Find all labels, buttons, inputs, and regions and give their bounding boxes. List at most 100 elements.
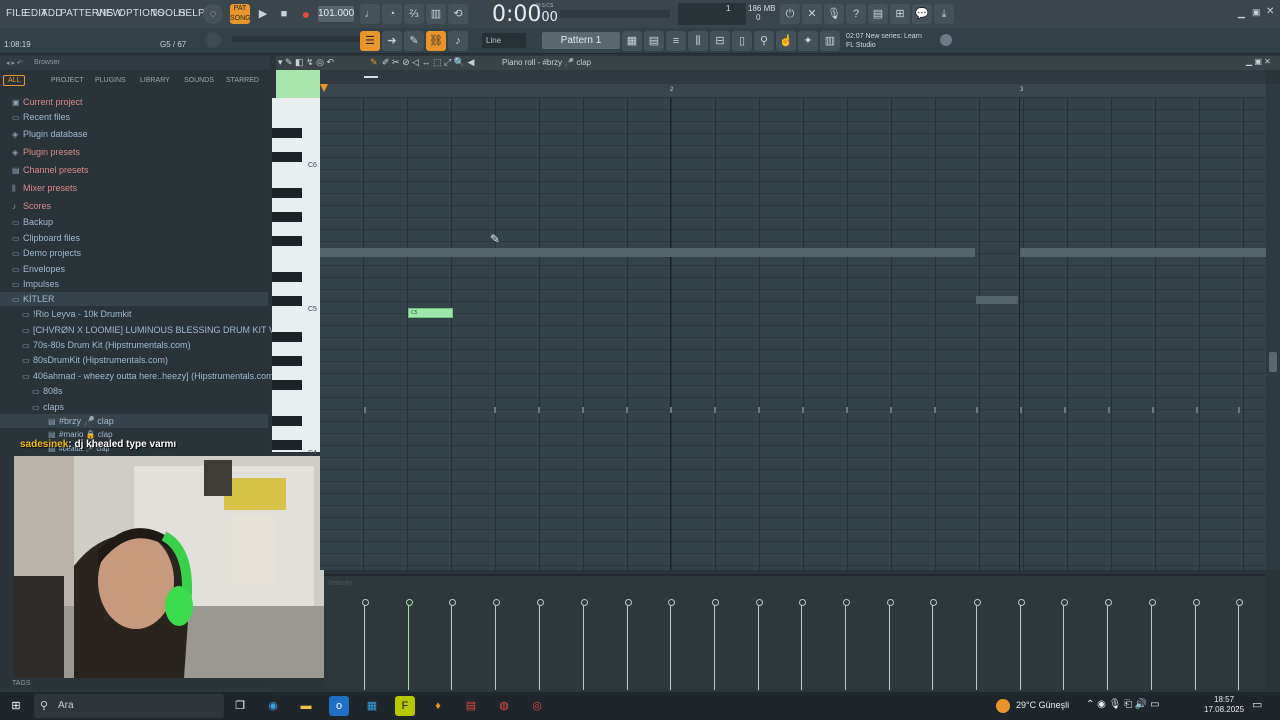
news-hint[interactable]: 02:07 New series: Learn FL Studio	[846, 32, 922, 50]
tool-icons[interactable]: ✐ ✂ ⊘ ◁ ↔ ⬚ ⤢ 🔍 ◀	[382, 57, 474, 68]
close-icon[interactable]: ✕	[1266, 6, 1274, 17]
arrow-icon[interactable]: ➜	[382, 31, 402, 51]
brush-icon[interactable]: ✎	[404, 31, 424, 51]
microphone-icon[interactable]: 🎙	[824, 4, 844, 24]
chat-icon[interactable]: 💬	[912, 4, 932, 24]
mixer-icon[interactable]: ⊞	[890, 4, 910, 24]
note-grid[interactable]: C5 ✎	[320, 98, 1266, 570]
wait-input-icon[interactable]: ◔	[382, 4, 402, 24]
playhead-marker[interactable]	[320, 84, 328, 92]
black-key[interactable]	[272, 416, 302, 426]
window-controls-icon[interactable]: ▁ ▣ ✕	[1246, 57, 1271, 66]
winrar-icon[interactable]: ▤	[461, 696, 481, 716]
menu-help[interactable]: HELP	[178, 8, 205, 19]
draw-tool-icon[interactable]: ✎	[370, 57, 378, 68]
link-icon[interactable]: ⛓	[426, 31, 446, 51]
record-mode-icon[interactable]: ◌	[203, 4, 223, 24]
download-icon[interactable]: ⤓	[934, 4, 954, 24]
tab-starred[interactable]: STARRED	[226, 77, 259, 84]
black-key[interactable]	[272, 356, 302, 366]
fl-studio-icon[interactable]: ♦	[428, 696, 448, 716]
main-volume-knob[interactable]	[205, 32, 221, 48]
playlist-view-icon[interactable]: ▤	[644, 31, 664, 51]
system-tray-icons[interactable]: ⌃ ◉ 🎙 ⎗ 🔊 ▭	[1086, 699, 1160, 710]
fw-app-icon[interactable]: F	[395, 696, 415, 716]
ghost-channel-button[interactable]	[276, 70, 320, 98]
taskbar-search[interactable]: ⚲ Ara	[34, 694, 224, 718]
undo-history-icon[interactable]: ⏻	[780, 4, 800, 24]
tab-project[interactable]: PROJECT	[51, 77, 84, 84]
browser-item-folder-open[interactable]: ▭ 406ahmad - wheezy outta here..heezy] (H…	[22, 371, 277, 381]
pat-song-toggle[interactable]: PAT SONG	[230, 4, 251, 24]
play-icon[interactable]: ▶	[253, 4, 273, 24]
timeline-ruler[interactable]: 2 3	[320, 84, 1266, 97]
master-pitch-slider[interactable]	[560, 10, 670, 18]
plugin-manager-icon[interactable]: ✕	[802, 4, 822, 24]
browser-item-envelopes[interactable]: ▭ Envelopes	[12, 264, 65, 274]
help-icon[interactable]: ?	[846, 4, 866, 24]
black-key[interactable]	[272, 332, 302, 342]
browser-item-folder[interactable]: ▭ 70s-80s Drum Kit (Hipstrumentals.com)	[22, 340, 191, 350]
browser-item-plugin-database[interactable]: ◈ Plugin database	[12, 129, 88, 139]
piano-roll-menu-icon[interactable]: ▾ ✎ ◧ ↯ ◎ ↶	[278, 57, 334, 68]
browser-item-claps[interactable]: ▭ claps	[32, 402, 64, 412]
tab-sounds[interactable]: SOUNDS	[184, 77, 214, 84]
snap-select[interactable]: Line	[482, 33, 526, 48]
countdown-icon[interactable]: ⅔	[404, 4, 424, 24]
browser-item-scores[interactable]: ♪ Scores	[12, 201, 51, 211]
velocity-lane[interactable]: Velocity	[324, 574, 1266, 690]
piano-keyboard[interactable]	[272, 98, 320, 452]
plugin-icon[interactable]: ⚲	[754, 31, 774, 51]
browser-item-808s[interactable]: ▭ 808s	[32, 386, 63, 396]
tab-plugins[interactable]: PLUGINS	[95, 77, 126, 84]
metronome-icon[interactable]: ♩	[360, 4, 380, 24]
clock[interactable]: 18:57 17.08.2025	[1204, 695, 1244, 715]
globe-icon[interactable]	[940, 34, 952, 46]
loop-record-icon[interactable]: ⟲	[448, 4, 468, 24]
browser-item-kitler[interactable]: ▭ KİTLER	[12, 294, 55, 304]
black-key[interactable]	[272, 152, 302, 162]
black-key[interactable]	[272, 188, 302, 198]
touch-icon[interactable]: ☝	[776, 31, 796, 51]
tips-icon[interactable]: ▥	[820, 31, 840, 51]
channel-rack-icon[interactable]: ≡	[666, 31, 686, 51]
main-pitch-slider[interactable]	[232, 36, 362, 42]
mixer-view-icon[interactable]: ⫼	[688, 31, 708, 51]
browser-view-icon[interactable]: ▯	[732, 31, 752, 51]
chrome-icon[interactable]: ◍	[494, 696, 514, 716]
browser-nav-icon[interactable]: ◂ ▸ ↶	[6, 59, 23, 67]
browser-item-mixer-presets[interactable]: ⫼ Mixer presets	[12, 183, 77, 194]
black-key[interactable]	[272, 128, 302, 138]
black-key[interactable]	[272, 272, 302, 282]
wand-icon[interactable]: ✦	[798, 31, 818, 51]
browser-item-channel-presets[interactable]: ▤ Channel presets	[12, 165, 89, 175]
browser-item-folder[interactable]: ▭ !Rio Leyva - 10k Drumkit	[22, 309, 132, 319]
pattern-selector[interactable]: Pattern 1	[542, 32, 620, 49]
step-edit-icon[interactable]: ▥	[426, 4, 446, 24]
tab-library[interactable]: LIBRARY	[140, 77, 170, 84]
browser-item-file-selected[interactable]: ▤ #brzy 🎤 clap	[48, 416, 114, 427]
browser-item-clipboard-files[interactable]: ▭ Clipboard files	[12, 233, 80, 243]
black-key[interactable]	[272, 236, 302, 246]
tempo-display[interactable]: 101.000	[318, 6, 354, 22]
maximize-icon[interactable]: ▣	[1252, 7, 1261, 18]
outlook-icon[interactable]: o	[329, 696, 349, 716]
windows-start-icon[interactable]: ⊞	[6, 696, 26, 716]
black-key[interactable]	[272, 212, 302, 222]
velocity-bar-active[interactable]	[406, 599, 413, 690]
weather-icon[interactable]	[996, 699, 1010, 713]
browser-item-plugin-presets[interactable]: ◈ Plugin presets	[12, 147, 80, 157]
browser-item-folder[interactable]: ▭ [CHVRØN X LOOMIE] LUMINOUS BLESSING DRU…	[22, 325, 294, 335]
obs-icon[interactable]: ◎	[527, 696, 547, 716]
save-icon[interactable]: ▤	[868, 4, 888, 24]
minimize-icon[interactable]: ▁	[1238, 8, 1245, 19]
notification-icon[interactable]: ▭	[1252, 698, 1262, 711]
browser-item-demo-projects[interactable]: ▭ Demo projects	[12, 248, 81, 258]
browser-item-impulses[interactable]: ▭ Impulses	[12, 279, 59, 289]
weather-text[interactable]: 29°C Güneşli	[1016, 700, 1069, 710]
browser-item-current-project[interactable]: ▣ Current project	[12, 97, 83, 107]
stop-icon[interactable]: ■	[274, 4, 294, 24]
black-key[interactable]	[272, 296, 302, 306]
midi-note[interactable]: C5	[408, 308, 453, 318]
pattern-plus-icon[interactable]: ▦	[622, 31, 642, 51]
